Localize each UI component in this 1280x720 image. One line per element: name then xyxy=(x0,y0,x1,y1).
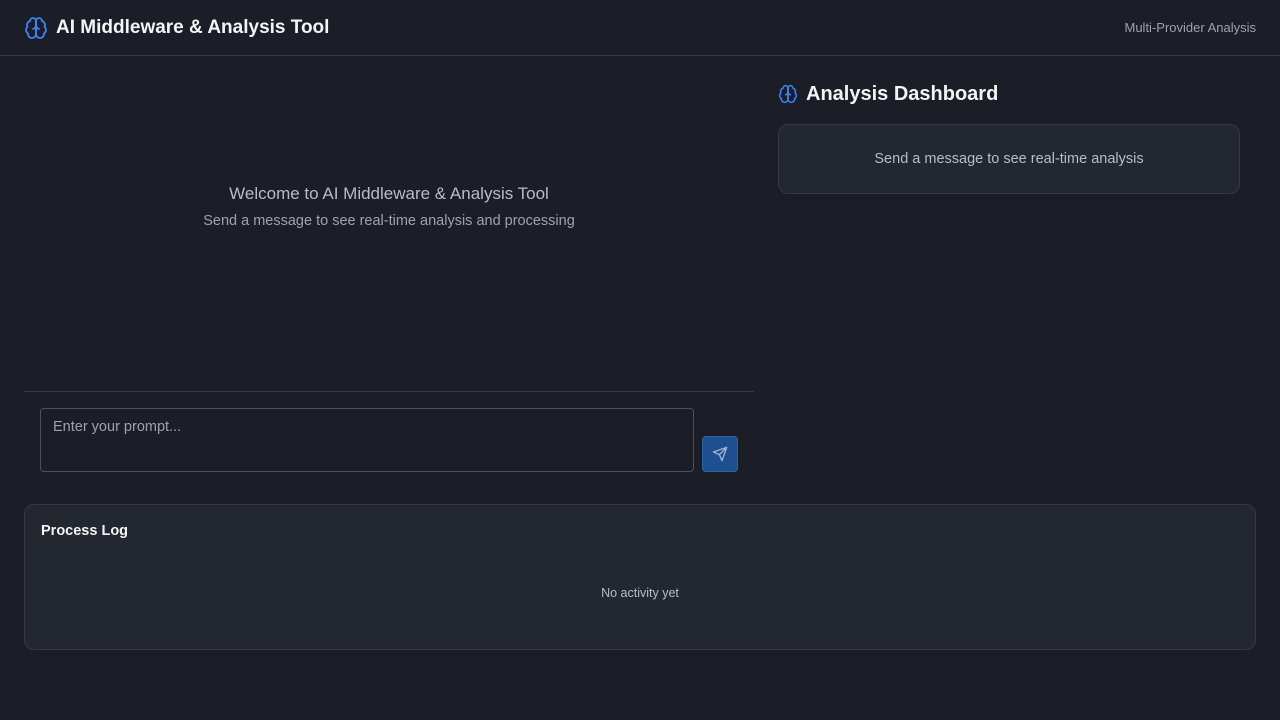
brand: AI Middleware & Analysis Tool xyxy=(24,16,329,40)
brain-icon xyxy=(778,84,798,104)
process-log-title: Process Log xyxy=(41,523,129,539)
process-log-panel: Process Log No activity yet xyxy=(24,504,1256,650)
brain-icon xyxy=(24,16,48,40)
send-button[interactable] xyxy=(702,436,738,472)
dashboard-empty-text: Send a message to see real-time analysis xyxy=(874,151,1144,167)
prompt-composer xyxy=(24,392,754,488)
app-header: AI Middleware & Analysis Tool Multi-Prov… xyxy=(0,0,1280,56)
analysis-dashboard: Analysis Dashboard Send a message to see… xyxy=(778,80,1240,194)
chat-area: Welcome to AI Middleware & Analysis Tool… xyxy=(24,56,754,392)
dashboard-empty-card: Send a message to see real-time analysis xyxy=(778,124,1240,194)
welcome-title: Welcome to AI Middleware & Analysis Tool xyxy=(229,184,549,203)
welcome-subtitle: Send a message to see real-time analysis… xyxy=(203,213,575,229)
app-title: AI Middleware & Analysis Tool xyxy=(56,16,330,38)
dashboard-title: Analysis Dashboard xyxy=(806,82,999,105)
prompt-input[interactable] xyxy=(40,408,694,472)
dashboard-header: Analysis Dashboard xyxy=(778,80,1240,108)
welcome-message: Welcome to AI Middleware & Analysis Tool… xyxy=(24,184,754,229)
header-subtitle: Multi-Provider Analysis xyxy=(1124,20,1257,35)
send-icon xyxy=(712,446,728,462)
process-log-empty-text: No activity yet xyxy=(601,586,679,600)
